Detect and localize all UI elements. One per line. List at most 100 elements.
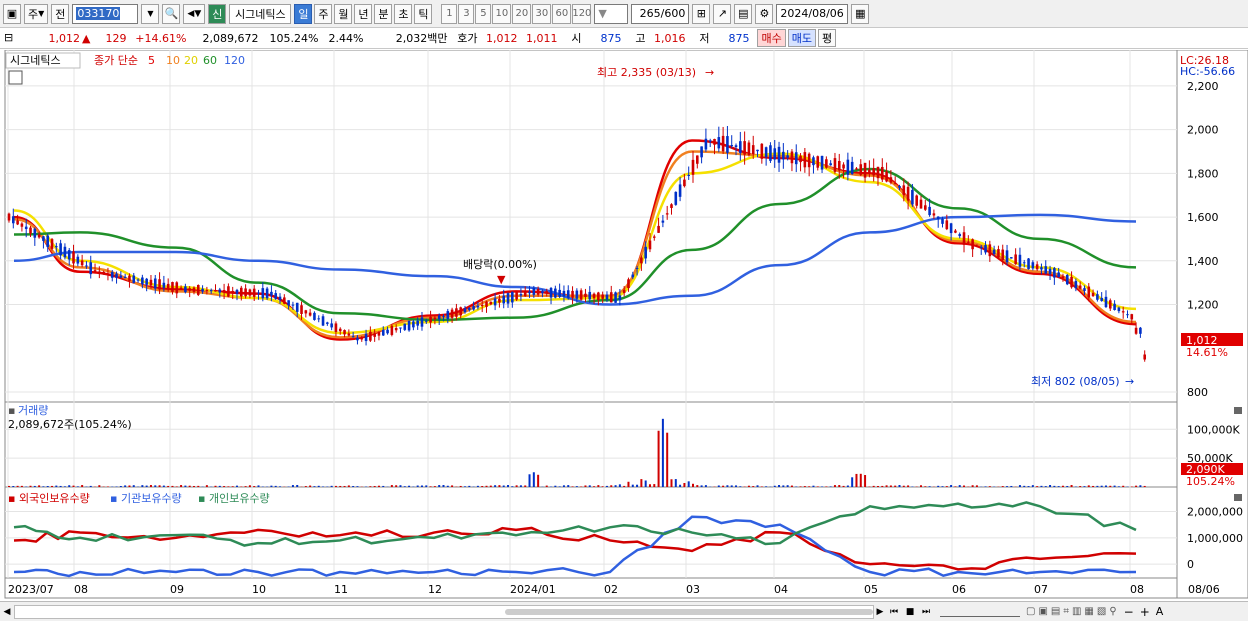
last-icon[interactable]: ⏭ [918, 607, 934, 617]
volume-bar [1117, 486, 1120, 487]
volume-bar [519, 485, 522, 487]
interval-tab-4[interactable]: 20 [512, 3, 532, 24]
candle-body [209, 290, 213, 292]
stock-code-input[interactable]: 033170 [72, 3, 139, 24]
count-input[interactable]: 265/600 [631, 3, 690, 24]
volume-bar [795, 486, 798, 487]
candle-body [24, 226, 28, 230]
save-icon[interactable]: ▤ [734, 3, 753, 24]
candle-body [670, 204, 673, 208]
candle-body [420, 317, 424, 327]
volume-bar [567, 485, 570, 487]
interval-input[interactable]: ▼ [594, 3, 629, 24]
zoom-slider[interactable] [940, 607, 1020, 617]
volume-square-icon: ▪ [8, 404, 15, 417]
gear-icon[interactable]: ⚙ [755, 3, 774, 24]
stock-chart[interactable]: 2,200 2,000 1,800 1,600 1,400 1,200 800 2023/07… [0, 50, 1248, 602]
buy-button[interactable]: 매수 [757, 29, 786, 47]
candle-body [1087, 286, 1091, 298]
interval-tab-1[interactable]: 3 [458, 3, 475, 24]
volume-bar [322, 486, 325, 487]
indicator-icon[interactable]: ⊞ [692, 3, 711, 24]
period-tab-5[interactable]: 초 [394, 3, 413, 24]
volume-bar [1040, 485, 1043, 487]
volume-close-icon[interactable] [1234, 407, 1242, 414]
volume-bar [657, 430, 660, 487]
draw-icon[interactable]: ↗ [713, 3, 732, 24]
candle-body [1096, 294, 1099, 300]
date-input[interactable]: 2024/08/06 [776, 3, 849, 24]
search-icon[interactable]: 🔍 [162, 3, 181, 24]
legend-ma60: 60 [203, 54, 217, 67]
volume-bar [945, 486, 948, 487]
sound-icon[interactable]: ◀▼ [183, 3, 206, 24]
scroll-thumb[interactable] [505, 608, 873, 615]
holding-close-icon[interactable] [1234, 494, 1242, 501]
view-tools-icons[interactable]: ▢▣▤⌗▥▦▧⚲ [1026, 606, 1120, 617]
candle-body [455, 308, 458, 317]
candle-body [141, 277, 144, 285]
stock-code-value: 033170 [76, 7, 121, 20]
period-tab-1[interactable]: 주 [314, 3, 333, 24]
new-badge[interactable]: 신 [208, 3, 227, 24]
zoom-in-icon[interactable]: + [1140, 605, 1150, 619]
market-label: 주 [28, 7, 39, 21]
volume-bar [666, 432, 669, 487]
period-tab-3[interactable]: 년 [354, 3, 373, 24]
volume-bar [16, 485, 19, 487]
candle-body [1027, 258, 1030, 270]
first-icon[interactable]: ⏮ [886, 607, 902, 617]
period-tab-2[interactable]: 월 [334, 3, 353, 24]
chart-settings-icon[interactable]: ▣ [3, 3, 21, 24]
compare-button[interactable]: 전 [51, 3, 70, 24]
candle-body [450, 309, 454, 318]
volume-bar [438, 485, 441, 487]
zoom-out-icon[interactable]: − [1124, 605, 1134, 619]
interval-tab-0[interactable]: 1 [441, 3, 458, 24]
calendar-icon[interactable]: ▦ [851, 3, 870, 24]
volume-bar [898, 485, 901, 487]
interval-tab-2[interactable]: 5 [475, 3, 492, 24]
market-select[interactable]: 주 ▼ [24, 3, 49, 24]
font-icon[interactable]: A [1156, 605, 1164, 618]
scroll-left-icon[interactable]: ◀ [0, 607, 14, 617]
candle-body [1143, 354, 1146, 360]
period-tab-6[interactable]: 틱 [414, 3, 433, 24]
toggle-icon[interactable]: ⊟ [4, 31, 18, 45]
candle-body [898, 185, 901, 188]
candle-body [476, 305, 480, 308]
candle-body [132, 275, 136, 283]
stop-icon[interactable]: ■ [902, 607, 918, 617]
period-tab-0[interactable]: 일 [294, 3, 313, 24]
up-arrow-icon: ▲ [82, 31, 91, 45]
chart-scrollbar[interactable]: ◀ ▶ ⏮ ■ ⏭ ▢▣▤⌗▥▦▧⚲ − + A [0, 601, 1248, 621]
period-tab-4[interactable]: 분 [374, 3, 393, 24]
x-tick-label: 08 [1130, 583, 1144, 596]
quote-label: 호가 [457, 32, 478, 45]
high-label: 고 [635, 32, 646, 45]
candle-body [1048, 268, 1052, 274]
candle-body [343, 330, 346, 335]
price-tick-label: 1,400 [1187, 255, 1219, 268]
calculator-icon[interactable] [8, 70, 23, 85]
code-dropdown-icon[interactable]: ▼ [141, 3, 160, 24]
avg-button[interactable]: 평 [817, 29, 837, 47]
candle-body [665, 213, 669, 215]
volume-bar [347, 485, 350, 487]
x-tick-label: 04 [774, 583, 788, 596]
interval-tab-5[interactable]: 30 [532, 3, 552, 24]
volume-bar [416, 485, 419, 487]
candle-body [59, 243, 62, 256]
scroll-track[interactable] [14, 604, 874, 619]
candle-body [924, 205, 927, 210]
interval-tab-3[interactable]: 10 [492, 3, 512, 24]
interval-tab-6[interactable]: 60 [552, 3, 572, 24]
candle-body [721, 135, 725, 152]
sell-button[interactable]: 매도 [787, 29, 816, 47]
interval-tab-7[interactable]: 120 [572, 3, 591, 24]
candle-body [360, 338, 364, 340]
candle-body [575, 290, 579, 299]
volume-bar [1066, 485, 1069, 487]
scroll-right-icon[interactable]: ▶ [874, 607, 886, 617]
candle-body [592, 293, 596, 299]
